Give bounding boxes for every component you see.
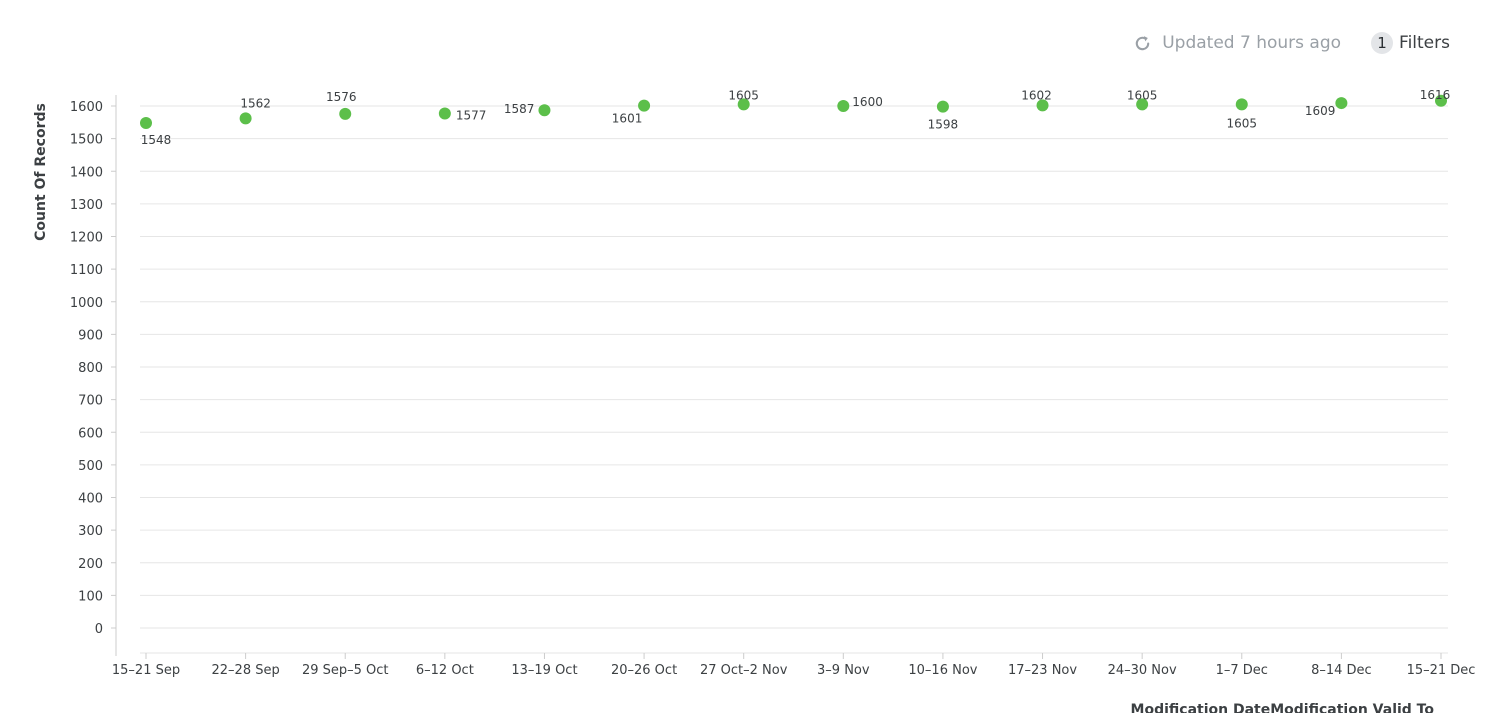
- x-tick-label: 15–21 Dec: [1407, 663, 1476, 678]
- x-tick-label: 17–23 Nov: [1008, 663, 1077, 678]
- y-tick-label: 1200: [70, 231, 103, 246]
- y-tick-label: 0: [95, 622, 103, 637]
- y-tick-label: 1600: [70, 100, 103, 115]
- data-label: 1601: [612, 112, 643, 126]
- grid-layer: [140, 105, 1448, 629]
- y-tick-label: 200: [78, 557, 103, 572]
- data-point[interactable]: [837, 100, 850, 112]
- y-tick-label: 700: [78, 394, 103, 409]
- data-label: 1600: [852, 95, 883, 109]
- y-tick-label: 600: [78, 426, 103, 441]
- data-labels-layer: 1548 1562 1576 1577 1587 1601 1605 1600 1598 1602…: [141, 88, 1451, 147]
- y-tick-label: 100: [78, 589, 103, 604]
- data-label: 1602: [1021, 88, 1052, 102]
- x-tick-label: 6–12 Oct: [416, 663, 474, 678]
- x-tick-label: 8–14 Dec: [1311, 663, 1372, 678]
- x-tick-label: 22–28 Sep: [212, 663, 280, 678]
- chart-page: Updated 7 hours ago 1 Filters 0 100 200 300…: [0, 0, 1497, 713]
- x-tick-label: 29 Sep–5 Oct: [302, 663, 389, 678]
- y-tick-label: 1400: [70, 165, 103, 180]
- x-tick-label: 20–26 Oct: [611, 663, 677, 678]
- data-point[interactable]: [438, 107, 451, 120]
- data-label: 1605: [1127, 88, 1158, 102]
- x-tick-label: 24–30 Nov: [1108, 663, 1177, 678]
- y-tick-label: 1300: [70, 198, 103, 213]
- axis-layer: 0 100 200 300 400 500 600 700 800 900 1000 1100 1200…: [70, 95, 1476, 678]
- data-label: 1598: [928, 118, 959, 132]
- data-point[interactable]: [638, 99, 651, 112]
- data-point[interactable]: [1335, 97, 1348, 110]
- data-label: 1577: [456, 109, 487, 123]
- y-tick-label: 300: [78, 524, 103, 539]
- x-tick-label: 27 Oct–2 Nov: [700, 663, 788, 678]
- data-label: 1616: [1420, 88, 1451, 102]
- x-tick-label: 3–9 Nov: [817, 663, 870, 678]
- x-tick-label: 1–7 Dec: [1216, 663, 1268, 678]
- y-tick-label: 1000: [70, 296, 103, 311]
- y-tick-label: 1100: [70, 263, 103, 278]
- y-tick-label: 400: [78, 492, 103, 507]
- y-tick-label: 500: [78, 459, 103, 474]
- y-tick-label: 1500: [70, 133, 103, 148]
- x-tick-label: 15–21 Sep: [112, 663, 180, 678]
- scatter-chart: 0 100 200 300 400 500 600 700 800 900 1000 1100 1200…: [33, 88, 1476, 713]
- x-axis-title: Modification DateModification Valid To: [1131, 702, 1435, 713]
- data-label: 1587: [504, 102, 535, 116]
- data-label: 1605: [728, 88, 759, 102]
- data-label: 1609: [1305, 104, 1336, 118]
- y-axis-title: Count Of Records: [33, 103, 49, 241]
- data-point[interactable]: [936, 100, 949, 113]
- data-label: 1576: [326, 90, 357, 104]
- data-point[interactable]: [1235, 98, 1248, 111]
- x-tick-label: 10–16 Nov: [908, 663, 977, 678]
- data-point[interactable]: [140, 116, 152, 129]
- y-tick-label: 800: [78, 361, 103, 376]
- data-point[interactable]: [339, 107, 352, 120]
- data-point[interactable]: [239, 112, 252, 125]
- y-tick-label: 900: [78, 328, 103, 343]
- data-point[interactable]: [538, 104, 551, 117]
- x-tick-label: 13–19 Oct: [511, 663, 577, 678]
- data-label: 1605: [1226, 116, 1257, 130]
- data-label: 1548: [141, 133, 172, 147]
- data-label: 1562: [240, 96, 271, 110]
